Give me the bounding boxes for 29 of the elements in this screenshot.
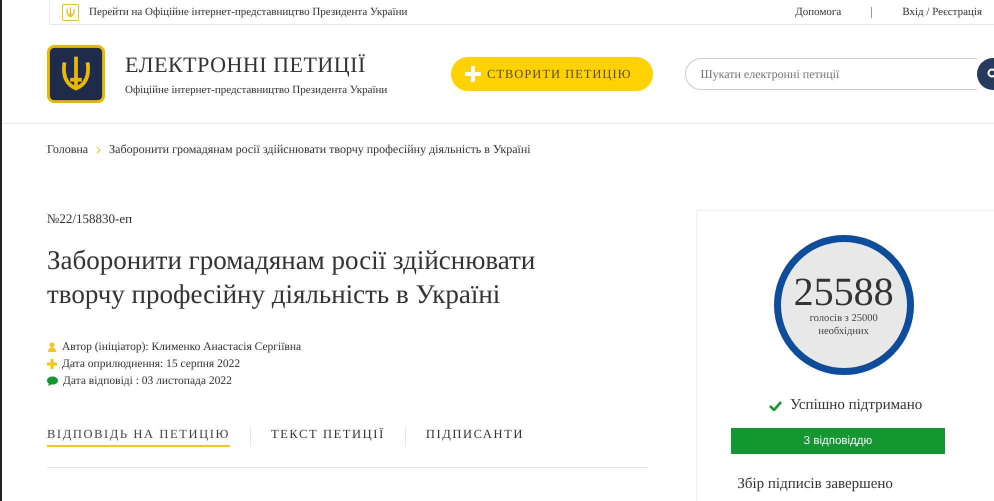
speech-bubble-icon	[47, 376, 58, 386]
site-title: ЕЛЕКТРОННІ ПЕТИЦІЇ	[125, 52, 367, 78]
help-link[interactable]: Допомога	[795, 6, 842, 18]
create-petition-button[interactable]: СТВОРИТИ ПЕТИЦІЮ	[451, 57, 654, 91]
tab[interactable]: ПІДПИСАНТИ	[426, 427, 524, 447]
petition-number: №22/158830-еп	[47, 211, 134, 227]
checkmark-icon	[769, 400, 782, 410]
vote-caption: голосів з 25000 необхідних	[808, 312, 879, 338]
emblem-logo-icon	[47, 45, 105, 103]
tab[interactable]: ВІДПОВІДЬ НА ПЕТИЦІЮ	[47, 427, 230, 447]
answered-badge: З відповіддю	[730, 428, 945, 454]
chevron-icon	[96, 146, 102, 154]
plus-icon	[47, 359, 57, 369]
breadcrumb-link[interactable]: Головна	[47, 142, 88, 157]
site-subtitle: Офіційне інтернет-представництво Президента України	[125, 84, 388, 96]
petition-info: Дата відповіді : 03 листопада 2022	[63, 375, 232, 387]
person-icon	[47, 342, 57, 352]
emblem-icon	[62, 4, 79, 20]
petition-info: Автор (ініціатор): Клименко Анастасія Сергіївна	[62, 341, 302, 353]
collection-note: Збір підписів завершено	[737, 476, 893, 493]
president-site-link[interactable]: Перейти на Офіційне інтернет-представництво Президента України	[89, 6, 408, 18]
plus-icon	[465, 66, 481, 82]
search-field[interactable]: Шукати електронні петиції	[685, 58, 977, 90]
login-link[interactable]: Вхід / Реєстрація	[902, 6, 982, 18]
tab[interactable]: ТЕКСТ ПЕТИЦІЇ	[270, 427, 385, 447]
petition-info: Дата оприлюднення: 15 серпня 2022	[62, 358, 240, 370]
vote-count: 25588	[794, 272, 894, 312]
petition-title: Заборонити громадянам росії здійснювати творчу професійну діяльність в Україні	[47, 244, 536, 311]
status-text: Успішно підтримано	[790, 397, 922, 414]
